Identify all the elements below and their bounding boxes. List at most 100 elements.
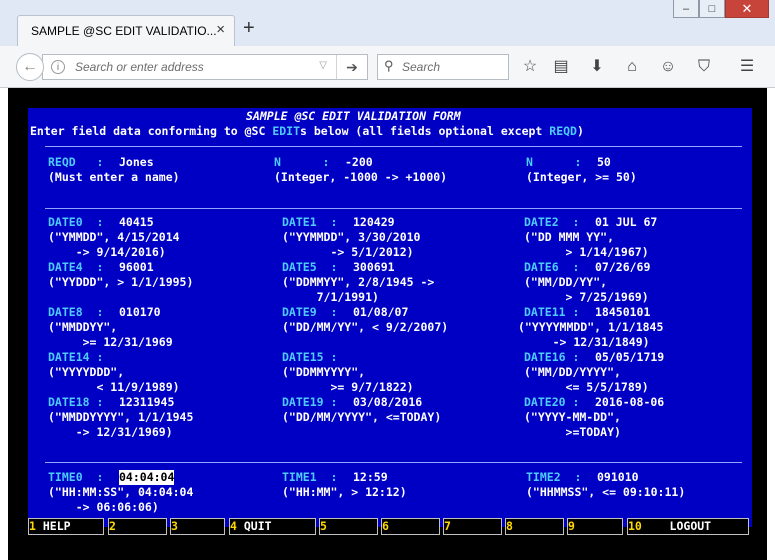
field-value[interactable]: 12:59 — [353, 470, 388, 485]
maximize-icon[interactable]: □ — [699, 0, 725, 18]
field-value[interactable]: 010170 — [119, 305, 161, 320]
field-hint: ("HH:MM", > 12:12) — [282, 485, 407, 499]
function-key-bar: 1 HELP 2 3 4 QUIT 5 6 7 8 9 10 LOGOUT — [28, 517, 752, 537]
field-hint: -> 5/1/2012) — [282, 245, 414, 259]
fkey-1-help[interactable]: 1 HELP — [28, 518, 104, 535]
field-hint: (Integer, -1000 -> +1000) — [274, 170, 448, 184]
field-hint: ("YYYY-MM-DD", — [524, 410, 621, 424]
field-label: TIME0 : — [48, 470, 111, 484]
form-subtitle: Enter field data conforming to @SC EDITs… — [30, 124, 584, 138]
field-hint: ("MM/DD/YYYY", — [524, 365, 621, 379]
fkey-2[interactable]: 2 — [108, 518, 167, 535]
field-label: DATE5 : — [282, 260, 345, 274]
field-label: DATE9 : — [282, 305, 345, 319]
download-icon[interactable]: ⬇ — [587, 57, 607, 77]
field-value[interactable]: 05/05/1719 — [595, 350, 664, 365]
field-hint: ("MM/DD/YY", — [524, 275, 608, 289]
hello-icon[interactable]: ☺ — [658, 57, 678, 77]
minimize-icon[interactable]: – — [673, 0, 699, 18]
reading-list-icon[interactable]: ▤ — [551, 57, 571, 77]
fkey-5[interactable]: 5 — [319, 518, 378, 535]
navigation-toolbar: i ▽ ➔ ← ⚲ ☆ ▤ ⬇ ⌂ ☺ ⛉ ☰ — [0, 46, 775, 88]
browser-titlebar: SAMPLE @SC EDIT VALIDATIO... × + – □ ✕ — [0, 0, 775, 46]
field-value[interactable]: 01/08/07 — [353, 305, 408, 320]
url-bar[interactable]: i ▽ ➔ — [42, 54, 368, 80]
field-hint: <= 5/5/1789) — [524, 380, 649, 394]
field-label: DATE15 : — [282, 350, 345, 364]
search-input[interactable] — [402, 58, 502, 76]
field-hint: ("YYDDD", > 1/1/1995) — [48, 275, 194, 289]
field-value[interactable]: 091010 — [597, 470, 639, 485]
home-icon[interactable]: ⌂ — [622, 57, 642, 77]
field-value[interactable]: 18450101 — [595, 305, 650, 320]
field-hint: ("YMMDD", 4/15/2014 — [48, 230, 180, 244]
field-label: DATE0 : — [48, 215, 111, 229]
field-hint: ("HH:MM:SS", 04:04:04 — [48, 485, 194, 499]
field-value[interactable]: -200 — [345, 155, 373, 170]
field-hint: >= 12/31/1969 — [48, 335, 173, 349]
field-hint: < 11/9/1989) — [48, 380, 180, 394]
field-label: DATE19 : — [282, 395, 345, 409]
field-label: DATE4 : — [48, 260, 111, 274]
field-label: DATE2 : — [524, 215, 587, 229]
menu-icon[interactable]: ☰ — [737, 57, 757, 77]
field-value-focused[interactable]: 04:04:04 — [119, 470, 175, 485]
field-hint: (Integer, >= 50) — [526, 170, 637, 184]
field-label: DATE16 : — [524, 350, 587, 364]
search-icon: ⚲ — [384, 58, 394, 73]
field-hint: ("MMDDYY", — [48, 320, 118, 334]
field-value[interactable]: 01 JUL 67 — [595, 215, 657, 230]
field-value[interactable]: 120429 — [353, 215, 395, 230]
field-value[interactable]: 2016-08-06 — [595, 395, 664, 410]
tab-title: SAMPLE @SC EDIT VALIDATIO... — [31, 24, 217, 38]
field-hint: (Must enter a name) — [48, 170, 180, 184]
back-arrow-icon[interactable]: ← — [16, 53, 44, 81]
window-controls: – □ ✕ — [673, 0, 769, 20]
field-hint: -> 12/31/1969) — [48, 425, 173, 439]
bookmark-star-icon[interactable]: ☆ — [520, 57, 540, 77]
field-hint: -> 12/31/1849) — [518, 335, 650, 349]
field-hint: ("DD/MM/YYYY", <=TODAY) — [282, 410, 442, 424]
field-label: REQD : — [48, 155, 111, 169]
field-value[interactable]: 50 — [597, 155, 611, 170]
fkey-8[interactable]: 8 — [505, 518, 564, 535]
tab-close-icon[interactable]: × — [216, 21, 225, 38]
field-hint: ("DDMMYY", 2/8/1945 -> — [282, 275, 435, 289]
field-value[interactable]: 40415 — [119, 215, 154, 230]
field-hint: ("YYYYDDD", — [48, 365, 125, 379]
divider — [45, 208, 742, 209]
fkey-9[interactable]: 9 — [567, 518, 623, 535]
fkey-3[interactable]: 3 — [170, 518, 225, 535]
window-close-icon[interactable]: ✕ — [725, 0, 769, 18]
go-arrow-icon[interactable]: ➔ — [336, 55, 367, 79]
field-hint: >=TODAY) — [524, 425, 621, 439]
field-label: DATE1 : — [282, 215, 345, 229]
search-bar[interactable]: ⚲ — [377, 54, 509, 80]
field-value[interactable]: 03/08/2016 — [353, 395, 422, 410]
info-icon[interactable]: i — [51, 60, 65, 74]
fkey-7[interactable]: 7 — [443, 518, 502, 535]
new-tab-icon[interactable]: + — [243, 18, 255, 38]
field-label: DATE11 : — [524, 305, 587, 319]
fkey-10-logout[interactable]: 10 LOGOUT — [627, 518, 749, 535]
field-value[interactable]: 12311945 — [119, 395, 174, 410]
field-hint: ("YYMMDD", 3/30/2010 — [282, 230, 421, 244]
field-hint: ("DD/MM/YY", < 9/2/2007) — [282, 320, 449, 334]
field-value[interactable]: Jones — [119, 155, 154, 170]
divider — [45, 462, 742, 463]
field-hint: ("HHMMSS", <= 09:10:11) — [526, 485, 686, 499]
field-hint: -> 06:06:06) — [48, 500, 159, 514]
dropdown-icon[interactable]: ▽ — [319, 60, 327, 71]
field-label: TIME1 : — [282, 470, 345, 484]
fkey-6[interactable]: 6 — [381, 518, 440, 535]
field-value[interactable]: 07/26/69 — [595, 260, 650, 275]
pocket-icon[interactable]: ⛉ — [694, 57, 714, 77]
field-value[interactable]: 300691 — [353, 260, 395, 275]
field-value[interactable]: 96001 — [119, 260, 154, 275]
field-label: DATE18 : — [48, 395, 111, 409]
url-input[interactable] — [75, 58, 315, 76]
browser-tab[interactable]: SAMPLE @SC EDIT VALIDATIO... × — [17, 15, 235, 46]
fkey-4-quit[interactable]: 4 QUIT — [229, 518, 316, 535]
field-hint: ("MMDDYYYY", 1/1/1945 — [48, 410, 194, 424]
field-hint: -> 9/14/2016) — [48, 245, 166, 259]
